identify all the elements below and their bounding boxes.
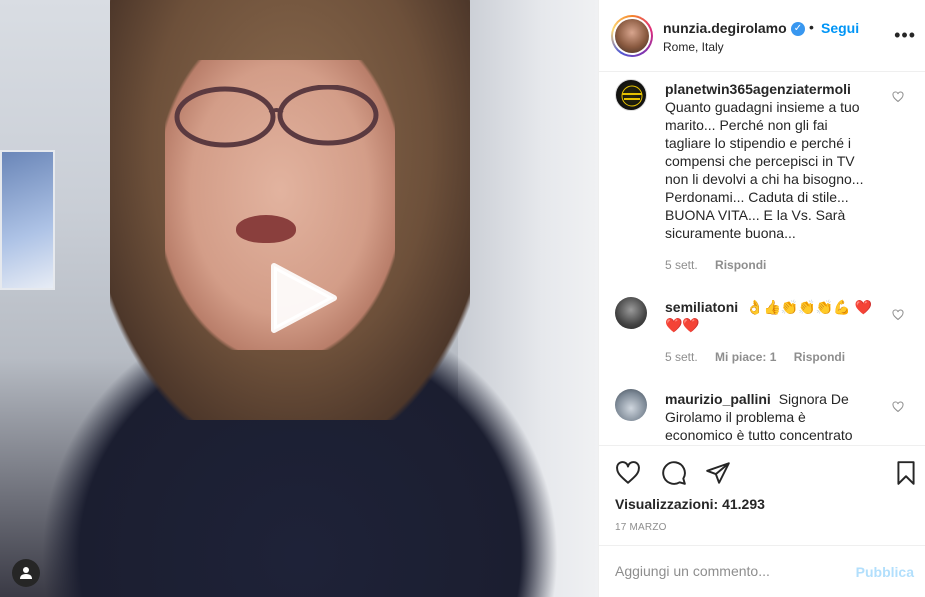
comments-list[interactable]: planetwin365agenziatermoli Quanto guadag…	[599, 73, 925, 445]
comment-icon[interactable]	[661, 460, 687, 486]
reply-button[interactable]: Rispondi	[715, 258, 766, 272]
comment-time[interactable]: 5 sett.	[665, 258, 698, 272]
paper-plane-icon[interactable]	[705, 460, 731, 486]
follow-button[interactable]: Segui	[821, 20, 859, 36]
comment-time[interactable]: 5 sett.	[665, 350, 698, 364]
comment-username[interactable]: maurizio_pallini	[665, 391, 771, 407]
author-username[interactable]: nunzia.degirolamo	[663, 20, 787, 36]
comment-likes[interactable]: Mi piace: 1	[715, 350, 776, 364]
avatar[interactable]	[611, 15, 653, 57]
post-actions: Visualizzazioni: 41.293 17 MARZO	[599, 445, 925, 545]
header-separator: •	[809, 19, 814, 35]
comment-like-icon[interactable]	[892, 309, 904, 321]
planetwin-logo-icon	[621, 85, 643, 107]
comment-meta: 5 sett. Mi piace: 1 Rispondi	[665, 350, 859, 364]
post-header: nunzia.degirolamo ✓ • Segui Rome, Italy …	[599, 0, 925, 72]
video-subject-mouth	[236, 215, 296, 243]
comment-composer: Pubblica	[599, 545, 925, 597]
heart-icon[interactable]	[615, 460, 641, 486]
video-player[interactable]	[0, 0, 598, 597]
commenter-avatar[interactable]	[615, 297, 647, 329]
more-options-icon[interactable]: •••	[894, 26, 916, 44]
publish-button[interactable]: Pubblica	[856, 564, 914, 580]
post-modal: nunzia.degirolamo ✓ • Segui Rome, Italy …	[0, 0, 925, 597]
comment-username[interactable]: semiliatoni	[665, 299, 738, 315]
commenter-avatar[interactable]	[615, 389, 647, 421]
post-sidebar: nunzia.degirolamo ✓ • Segui Rome, Italy …	[598, 0, 925, 597]
verified-badge-icon: ✓	[791, 22, 805, 36]
post-location[interactable]: Rome, Italy	[663, 40, 724, 54]
background-picture	[0, 150, 55, 290]
bookmark-icon[interactable]	[893, 460, 919, 486]
person-icon	[20, 567, 32, 579]
comment-like-icon[interactable]	[892, 91, 904, 103]
video-subject-glasses	[174, 85, 379, 148]
commenter-avatar[interactable]	[615, 79, 647, 111]
view-count[interactable]: Visualizzazioni: 41.293	[615, 496, 765, 512]
avatar-image	[615, 19, 649, 53]
post-date[interactable]: 17 MARZO	[615, 522, 667, 533]
user-tag-icon[interactable]	[12, 559, 40, 587]
play-icon[interactable]	[266, 262, 338, 334]
reply-button[interactable]: Rispondi	[794, 350, 845, 364]
comment-input[interactable]	[615, 563, 845, 579]
comment-text: Quanto guadagni insieme a tuo marito... …	[665, 99, 864, 241]
comment-meta: 5 sett. Rispondi	[665, 258, 780, 272]
comment-like-icon[interactable]	[892, 401, 904, 413]
comment-username[interactable]: planetwin365agenziatermoli	[665, 81, 851, 97]
